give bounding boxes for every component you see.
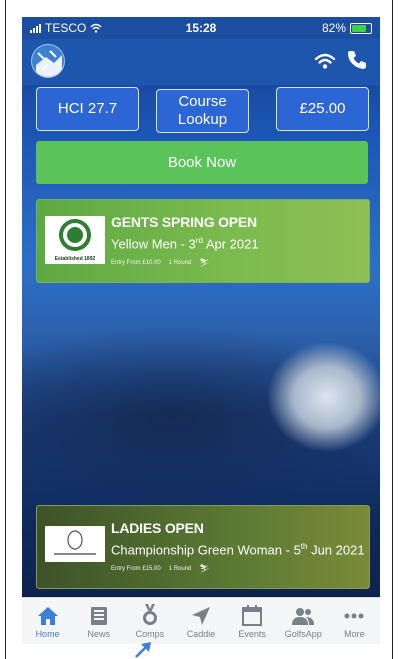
competition-card-ladies[interactable]: LADIES OPEN Championship Green Woman - 5… — [36, 505, 370, 589]
entry-fee: Entry From £10.00 — [111, 259, 161, 266]
book-now-button[interactable]: Book Now — [36, 141, 368, 184]
phone-icon[interactable] — [346, 49, 368, 71]
medal-icon — [142, 604, 157, 625]
calendar-icon — [242, 605, 263, 626]
cursor-arrow-icon — [135, 642, 151, 658]
page-frame-right — [392, 0, 393, 659]
subtitle-suffix: Apr 2021 — [202, 236, 259, 252]
tab-label: Home — [35, 629, 60, 639]
tab-label: Caddie — [186, 629, 216, 639]
quick-action-row: HCI 27.7 Course Lookup £25.00 — [36, 87, 369, 133]
app-screen: TESCO 15:28 82% HCI 27.7 Course Lookup £… — [22, 17, 380, 644]
golfer-icon: ⛷ — [199, 564, 210, 573]
competition-subtitle: Championship Green Woman - 5th Jun 2021 — [111, 542, 365, 557]
golf-ball-logo[interactable] — [31, 44, 65, 78]
price-button[interactable]: £25.00 — [276, 87, 369, 131]
tab-golfsapp[interactable]: GolfsApp — [278, 598, 329, 644]
home-icon — [37, 607, 58, 625]
entry-fee: Entry From £15.00 — [111, 565, 161, 572]
competition-meta: Entry From £15.00 1 Round ⛷ — [111, 564, 210, 573]
tab-news[interactable]: News — [73, 598, 124, 644]
people-icon — [292, 608, 315, 625]
course-lookup-button[interactable]: Course Lookup — [156, 89, 249, 133]
competition-title: LADIES OPEN — [111, 520, 204, 536]
round-count: 1 Round — [168, 259, 192, 266]
tab-label: More — [344, 629, 365, 639]
round-count: 1 Round — [168, 565, 192, 572]
top-bar — [22, 39, 380, 85]
crest-caption: Established 1892 — [54, 256, 96, 262]
tab-events[interactable]: Events — [227, 598, 278, 644]
battery-percent: 82% — [321, 21, 346, 35]
page-frame-left — [5, 0, 6, 659]
tab-comps[interactable]: Comps — [124, 598, 175, 644]
news-icon — [90, 607, 107, 625]
club-crest — [45, 526, 105, 562]
tab-label: GolfsApp — [284, 629, 322, 639]
battery-icon — [350, 22, 372, 34]
status-right: 82% — [322, 21, 372, 35]
competition-title: GENTS SPRING OPEN — [111, 214, 257, 230]
status-bar: TESCO 15:28 82% — [22, 17, 380, 39]
navigation-arrow-icon — [191, 607, 210, 625]
tab-more[interactable]: More — [329, 598, 380, 644]
tab-caddie[interactable]: Caddie — [175, 598, 226, 644]
competition-meta: Entry From £10.00 1 Round ⛷ — [111, 258, 210, 267]
competition-card-gents[interactable]: Established 1892 GENTS SPRING OPEN Yello… — [36, 199, 370, 283]
subtitle-prefix: Championship Green Woman - 5 — [111, 542, 301, 558]
tab-label: Comps — [135, 629, 165, 639]
wifi-icon[interactable] — [314, 52, 336, 70]
more-dots-icon — [344, 613, 364, 619]
golfer-icon: ⛷ — [199, 258, 210, 267]
subtitle-suffix: Jun 2021 — [307, 542, 365, 558]
tab-bar: Home News Comps Caddie Events GolfsApp M… — [22, 597, 380, 644]
subtitle-ordinal: rd — [195, 236, 203, 245]
tab-home[interactable]: Home — [22, 598, 73, 644]
tab-label: News — [87, 629, 110, 639]
competition-subtitle: Yellow Men - 3rd Apr 2021 — [111, 236, 259, 251]
handicap-button[interactable]: HCI 27.7 — [36, 87, 139, 131]
subtitle-prefix: Yellow Men - 3 — [111, 236, 196, 252]
tab-label: Events — [238, 629, 266, 639]
